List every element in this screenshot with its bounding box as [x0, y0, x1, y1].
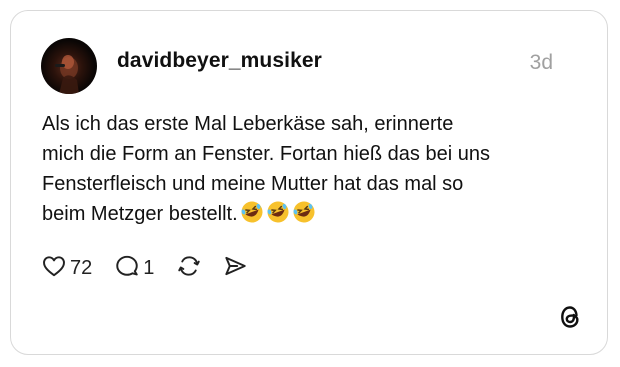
threads-logo-icon[interactable]	[555, 302, 585, 332]
like-button[interactable]: 72	[41, 253, 92, 284]
share-icon	[222, 253, 248, 284]
post-text-line: Fensterfleisch und meine Mutter hat das …	[42, 173, 464, 195]
avatar[interactable]	[41, 38, 97, 94]
post-text: Als ich das erste Mal Leberkäse sah, eri…	[42, 109, 582, 233]
reply-count: 1	[143, 256, 155, 279]
like-count: 72	[70, 256, 93, 279]
post-actions: 72 1	[41, 251, 248, 285]
reply-button[interactable]: 1	[114, 253, 154, 284]
heart-icon	[41, 253, 67, 284]
post-text-line: Als ich das erste Mal Leberkäse sah, eri…	[42, 113, 454, 135]
post-card[interactable]: davidbeyer_musiker 3d Als ich das erste …	[10, 10, 608, 355]
share-button[interactable]	[222, 253, 248, 284]
repost-icon	[176, 253, 202, 284]
username[interactable]: davidbeyer_musiker	[117, 49, 322, 73]
post-text-line: beim Metzger bestellt.	[42, 203, 238, 225]
post-text-line-last: beim Metzger bestellt.	[42, 199, 582, 233]
repost-button[interactable]	[176, 253, 202, 284]
comment-icon	[114, 253, 140, 284]
post-text-line: mich die Form an Fenster. Fortan hieß da…	[42, 143, 490, 165]
post-timestamp: 3d	[529, 51, 553, 74]
rofl-emoji-icon	[240, 200, 264, 233]
rofl-emoji-icon	[292, 200, 316, 233]
rofl-emoji-icon	[266, 200, 290, 233]
